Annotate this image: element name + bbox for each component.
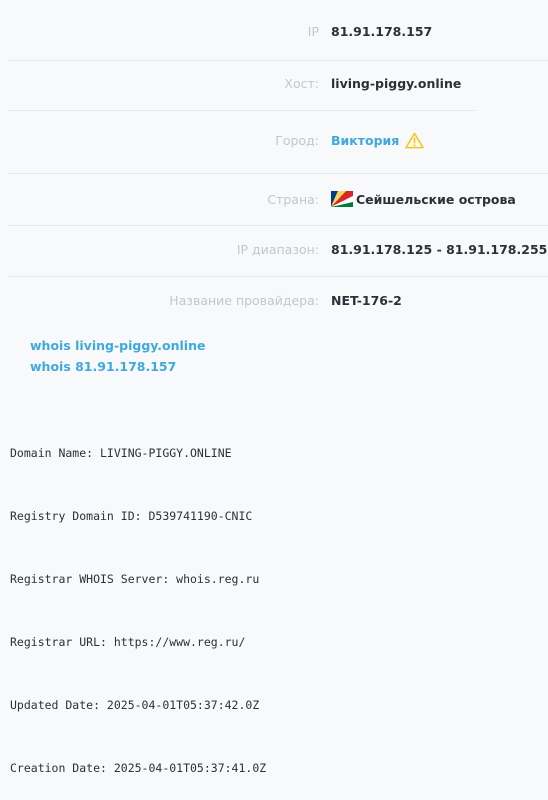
whois-line: Registry Domain ID: D539741190-CNIC [10,509,253,523]
whois-line: Registrar URL: https://www.reg.ru/ [10,635,246,649]
city-label: Город: [275,133,319,148]
whois-line: Domain Name: LIVING-PIGGY.ONLINE [10,446,232,460]
whois-ip-link[interactable]: whois 81.91.178.157 [30,359,176,374]
whois-output: Domain Name: LIVING-PIGGY.ONLINE Registr… [10,401,266,800]
divider [8,60,548,61]
ip-range-value: 81.91.178.125 - 81.91.178.255 [331,242,548,257]
divider [8,110,476,111]
provider-value: NET-176-2 [331,293,402,308]
divider [8,173,548,174]
whois-line: Registrar WHOIS Server: whois.reg.ru [10,572,260,586]
whois-line: Creation Date: 2025-04-01T05:37:41.0Z [10,761,267,775]
whois-domain-link[interactable]: whois living-piggy.online [30,338,205,353]
divider [8,276,548,277]
whois-line: Updated Date: 2025-04-01T05:37:42.0Z [10,698,260,712]
info-row-city: Город: Виктория [8,132,548,149]
ip-value: 81.91.178.157 [331,24,433,39]
info-row-ip-range: IP диапазон: 81.91.178.125 - 81.91.178.2… [8,242,548,257]
provider-label: Название провайдера: [169,293,319,308]
host-value: living-piggy.online [331,76,462,91]
warning-icon [405,132,425,149]
seychelles-flag-icon [331,191,353,207]
info-row-host: Хост: living-piggy.online [8,76,548,91]
info-row-country: Страна: Сейшельские острова [8,191,548,207]
country-label: Страна: [267,191,319,207]
country-value: Сейшельские острова [356,191,516,207]
divider [8,225,548,226]
info-row-ip: IP 81.91.178.157 [8,24,548,39]
city-link[interactable]: Виктория [331,133,399,148]
ip-range-label: IP диапазон: [236,242,319,257]
ip-label: IP [307,24,319,39]
host-label: Хост: [284,76,319,91]
info-row-provider: Название провайдера: NET-176-2 [8,293,548,308]
